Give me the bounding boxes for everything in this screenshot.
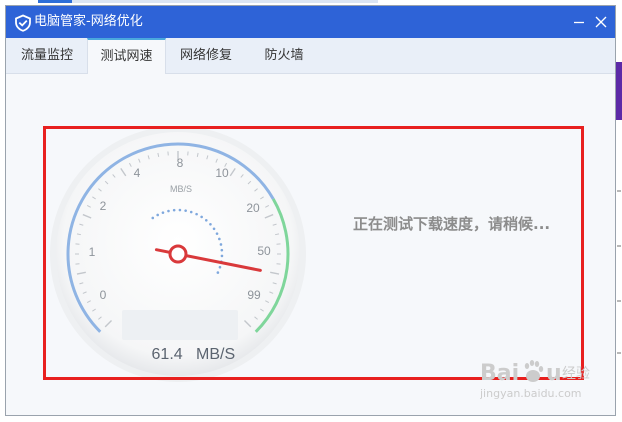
background-text-fragment bbox=[617, 245, 621, 247]
tab-network-repair[interactable]: 网络修复 bbox=[171, 38, 241, 74]
window-title: 电脑管家-网络优化 bbox=[34, 14, 143, 29]
background-page-right bbox=[616, 0, 622, 422]
svg-text:jingyan.baidu.com: jingyan.baidu.com bbox=[480, 387, 582, 400]
minimize-button[interactable] bbox=[571, 14, 587, 30]
close-button[interactable] bbox=[593, 14, 609, 30]
tab-speed-test[interactable]: 测试网速 bbox=[87, 38, 166, 74]
svg-text:Bai: Bai bbox=[480, 361, 519, 386]
close-icon bbox=[595, 16, 607, 28]
baidu-jingyan-watermark: Bai u 经验 jingyan.baidu.com bbox=[479, 352, 600, 402]
background-active-tab bbox=[38, 0, 72, 3]
background-text-fragment bbox=[617, 190, 621, 192]
background-text-fragment bbox=[617, 352, 621, 354]
title-bar[interactable]: 电脑管家-网络优化 bbox=[6, 6, 615, 38]
tab-traffic-monitor[interactable]: 流量监控 bbox=[12, 38, 82, 74]
background-tabbar bbox=[38, 0, 378, 3]
tab-firewall[interactable]: 防火墙 bbox=[249, 38, 319, 74]
svg-text:u: u bbox=[546, 361, 562, 386]
annotation-highlight-box bbox=[43, 126, 584, 380]
background-text-fragment bbox=[617, 300, 621, 302]
background-banner bbox=[616, 62, 622, 120]
tab-strip: 流量监控 测试网速 网络修复 防火墙 bbox=[6, 38, 615, 74]
shield-icon bbox=[14, 14, 32, 32]
svg-text:经验: 经验 bbox=[562, 366, 590, 382]
minimize-icon bbox=[574, 21, 584, 24]
